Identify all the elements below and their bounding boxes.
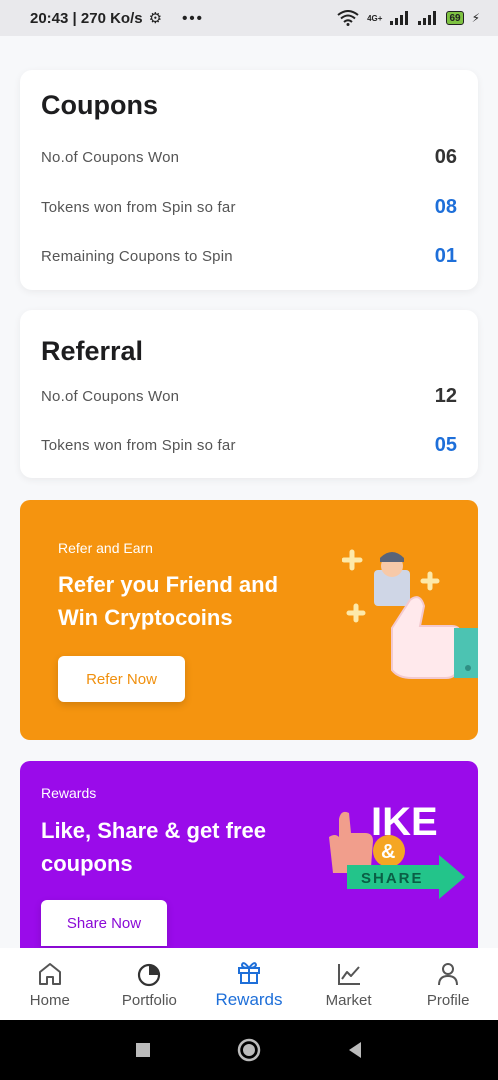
nav-portfolio-label: Portfolio — [121, 991, 177, 1009]
rewards-title-line2: coupons — [41, 851, 133, 876]
rewards-content[interactable]: Coupons No.of Coupons Won 06 Tokens won … — [0, 36, 498, 948]
share-art-text: SHARE — [361, 870, 424, 887]
row-label: No.of Coupons Won — [41, 387, 180, 405]
refer-eyebrow: Refer and Earn — [58, 540, 153, 556]
row-value: 12 — [434, 384, 457, 407]
rewards-banner[interactable]: Rewards Like, Share & get free coupons S… — [20, 761, 478, 948]
rewards-eyebrow: Rewards — [41, 785, 97, 801]
referral-row-tokens: Tokens won from Spin so far 05 — [41, 430, 457, 460]
user-icon — [438, 962, 459, 985]
coupons-card: Coupons No.of Coupons Won 06 Tokens won … — [20, 70, 478, 290]
row-value: 01 — [434, 244, 457, 267]
wifi-icon — [337, 10, 359, 26]
battery-indicator: 69 — [446, 11, 464, 25]
signal-icon — [390, 11, 409, 25]
nav-rewards[interactable]: Rewards — [199, 948, 299, 1020]
nav-market-label: Market — [325, 991, 372, 1009]
rewards-title-line1: Like, Share & get free — [41, 818, 266, 843]
rewards-title: Like, Share & get free coupons — [41, 814, 266, 880]
gift-icon — [237, 962, 260, 984]
home-icon — [38, 962, 61, 985]
row-label: Tokens won from Spin so far — [41, 436, 236, 454]
ampersand-glyph: & — [381, 841, 395, 863]
row-label: No.of Coupons Won — [41, 148, 180, 166]
nav-home-label: Home — [29, 991, 70, 1009]
row-label: Tokens won from Spin so far — [41, 198, 236, 216]
row-value: 05 — [434, 433, 457, 456]
nav-profile-label: Profile — [426, 991, 470, 1009]
status-time: 20:43 | 270 Ko/s — [30, 9, 143, 27]
network-label: 4G+ — [367, 13, 383, 23]
nav-portfolio[interactable]: Portfolio — [100, 948, 200, 1020]
referral-title: Referral — [41, 336, 144, 366]
refer-now-button[interactable]: Refer Now — [58, 656, 185, 702]
referral-row-won: No.of Coupons Won 12 — [41, 381, 457, 411]
refer-title-line1: Refer you Friend and — [58, 572, 279, 597]
recents-square-icon[interactable] — [135, 1042, 151, 1058]
refer-title: Refer you Friend and Win Cryptocoins — [58, 568, 278, 634]
settings-gear-icon: ⚙ — [148, 10, 163, 27]
more-dots-icon: ••• — [182, 9, 204, 27]
status-bar: 20:43 | 270 Ko/s ⚙ ••• 4G+ 69 ⚡ — [0, 0, 498, 36]
referral-card: Referral No.of Coupons Won 12 Tokens won… — [20, 310, 478, 478]
like-share-illustration-icon: IKE & SHARE — [329, 800, 465, 899]
refer-title-line2: Win Cryptocoins — [58, 605, 233, 630]
row-label: Remaining Coupons to Spin — [41, 247, 233, 265]
charging-bolt-icon: ⚡ — [471, 11, 480, 25]
line-chart-icon — [337, 963, 360, 985]
signal-icon-2 — [418, 11, 437, 25]
nav-profile[interactable]: Profile — [398, 948, 498, 1020]
coupons-title: Coupons — [41, 90, 158, 120]
nav-home[interactable]: Home — [0, 948, 100, 1020]
nav-rewards-label: Rewards — [215, 990, 283, 1009]
back-triangle-icon[interactable] — [347, 1041, 363, 1059]
row-value: 06 — [434, 145, 457, 168]
coupons-row-remaining: Remaining Coupons to Spin 01 — [41, 241, 457, 271]
refer-earn-banner[interactable]: Refer and Earn Refer you Friend and Win … — [20, 500, 478, 740]
coupons-row-tokens: Tokens won from Spin so far 08 — [41, 192, 457, 222]
battery-level: 69 — [449, 12, 461, 24]
share-now-button[interactable]: Share Now — [41, 900, 167, 946]
nav-market[interactable]: Market — [299, 948, 399, 1020]
thumbs-up-illustration-icon — [342, 549, 478, 679]
home-circle-icon[interactable] — [237, 1038, 261, 1062]
pie-chart-icon — [138, 963, 161, 986]
system-nav-bar — [0, 1020, 498, 1080]
coupons-row-won: No.of Coupons Won 06 — [41, 142, 457, 172]
row-value: 08 — [434, 195, 457, 218]
bottom-nav: Home Portfolio Rewards Market Profile — [0, 948, 498, 1020]
